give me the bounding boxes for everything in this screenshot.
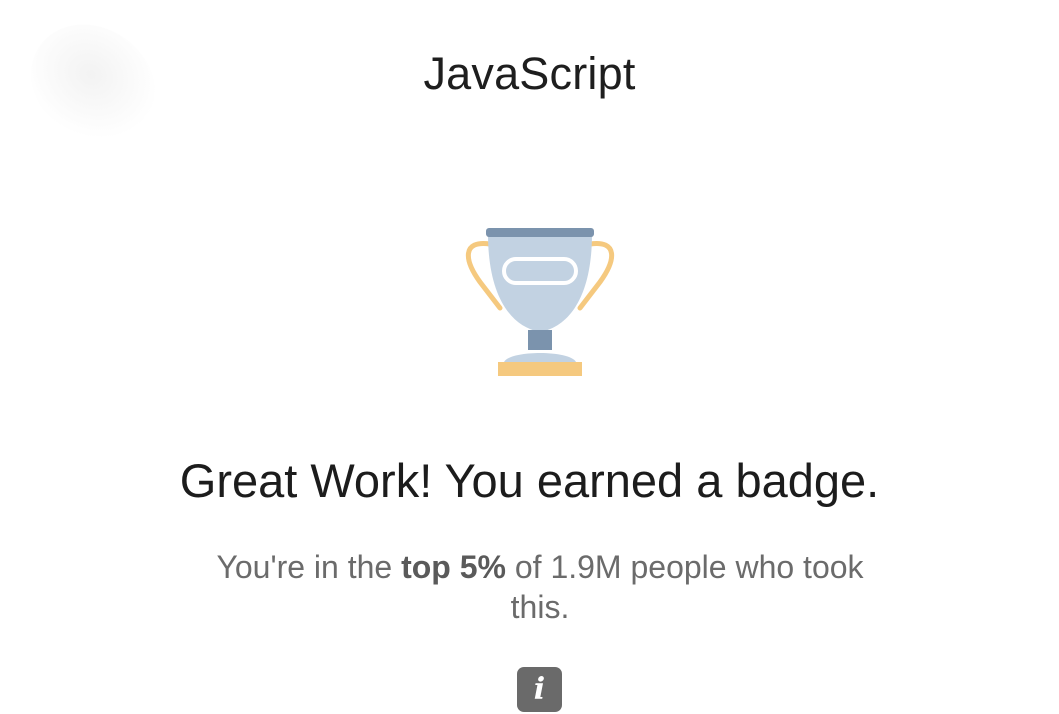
badge-headline: Great Work! You earned a badge.	[179, 454, 880, 507]
ranking-prefix: You're in the	[216, 549, 402, 585]
ranking-highlight: top 5%	[401, 549, 506, 585]
ranking-text: You're in the top 5% of 1.9M people who …	[200, 547, 880, 627]
info-button[interactable]: i	[517, 667, 562, 712]
trophy-icon	[465, 228, 615, 376]
page-title: JavaScript	[423, 48, 636, 99]
ranking-suffix: of 1.9M people who took this.	[505, 549, 864, 625]
info-icon: i	[533, 671, 546, 707]
